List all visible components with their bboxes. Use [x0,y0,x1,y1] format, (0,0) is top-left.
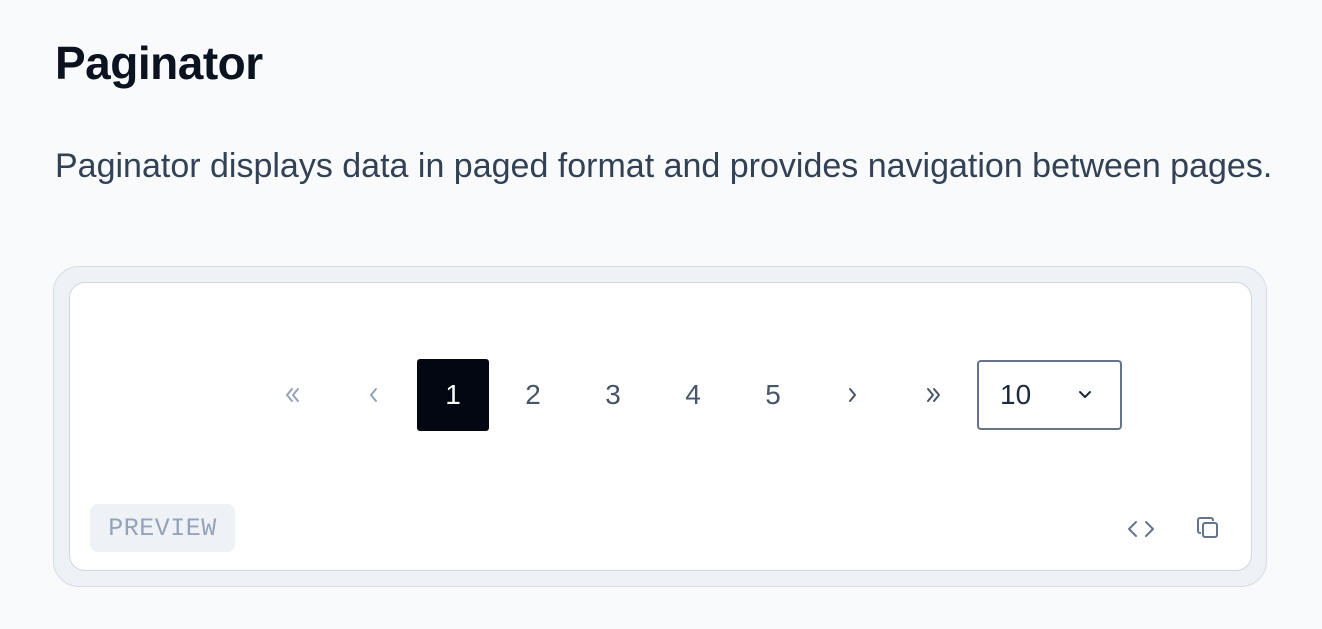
demo-container: 1 2 3 4 5 10 PREVIEW [53,266,1267,587]
code-icon[interactable] [1123,511,1159,547]
preview-badge: PREVIEW [90,504,235,552]
page-title: Paginator [55,37,263,89]
paginator: 1 2 3 4 5 10 [257,359,1122,431]
double-chevron-right-icon [927,388,940,402]
first-page-button[interactable] [257,359,329,431]
next-page-button[interactable] [817,359,889,431]
previous-page-button[interactable] [337,359,409,431]
chevron-right-icon [849,388,856,402]
chevron-left-icon [370,388,377,402]
page-4-button[interactable]: 4 [657,359,729,431]
double-chevron-left-icon [286,388,299,402]
preview-panel: 1 2 3 4 5 10 PREVIEW [69,282,1252,571]
page-1-button[interactable]: 1 [417,359,489,431]
page-description: Paginator displays data in paged format … [55,147,1273,185]
last-page-button[interactable] [897,359,969,431]
rows-per-page-select[interactable]: 10 [977,360,1122,430]
page-5-button[interactable]: 5 [737,359,809,431]
chevron-down-icon [1079,391,1091,398]
rows-per-page-value: 10 [1000,379,1032,410]
page-3-button[interactable]: 3 [577,359,649,431]
page-2-button[interactable]: 2 [497,359,569,431]
copy-icon[interactable] [1191,511,1227,547]
